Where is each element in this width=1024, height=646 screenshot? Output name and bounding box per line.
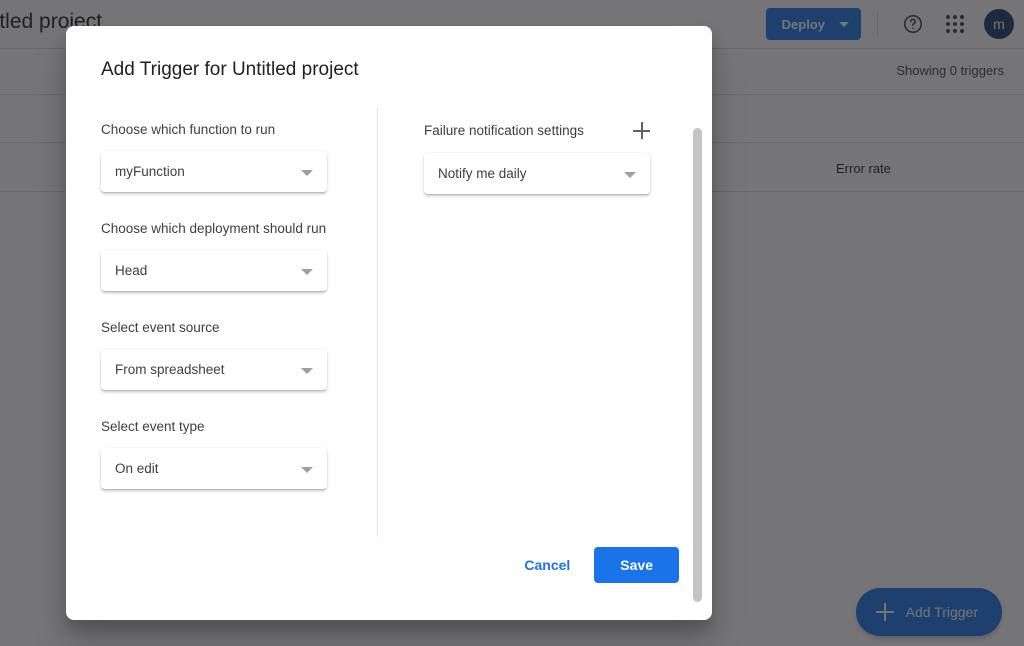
function-select-value: myFunction (115, 164, 185, 179)
failure-notification-header: Failure notification settings (424, 122, 650, 139)
event-source-select[interactable]: From spreadsheet (101, 349, 327, 391)
event-type-select-value: On edit (115, 461, 159, 476)
chevron-down-icon (301, 269, 313, 275)
cancel-button[interactable]: Cancel (510, 548, 584, 582)
field-function: Choose which function to run myFunction (101, 122, 361, 193)
field-failure-notification: Failure notification settings Notify me … (424, 122, 664, 195)
function-select[interactable]: myFunction (101, 151, 327, 193)
chevron-down-icon (301, 170, 313, 176)
field-event-source: Select event source From spreadsheet (101, 320, 361, 391)
failure-notification-select[interactable]: Notify me daily (424, 153, 650, 195)
field-event-type-label: Select event type (101, 419, 205, 434)
field-function-label: Choose which function to run (101, 122, 276, 137)
event-type-select[interactable]: On edit (101, 448, 327, 490)
dialog-right-column: Failure notification settings Notify me … (424, 122, 664, 223)
event-source-select-value: From spreadsheet (115, 362, 225, 377)
field-event-type: Select event type On edit (101, 419, 361, 490)
field-deployment-label: Choose which deployment should run (101, 221, 327, 236)
plus-icon[interactable] (633, 122, 650, 139)
add-trigger-dialog: Add Trigger for Untitled project Choose … (66, 26, 712, 620)
field-failure-notification-label: Failure notification settings (424, 123, 584, 138)
failure-notification-select-value: Notify me daily (438, 166, 527, 181)
dialog-title: Add Trigger for Untitled project (101, 59, 359, 80)
dialog-actions: Cancel Save (510, 547, 679, 583)
dialog-left-column: Choose which function to run myFunction … (101, 122, 361, 518)
field-deployment: Choose which deployment should run Head (101, 221, 361, 292)
chevron-down-icon (301, 467, 313, 473)
column-divider (377, 108, 378, 537)
app-root: Untitled project Deploy m (0, 0, 1024, 646)
chevron-down-icon (301, 368, 313, 374)
deployment-select[interactable]: Head (101, 250, 327, 292)
save-button[interactable]: Save (594, 547, 679, 583)
field-event-source-label: Select event source (101, 320, 220, 335)
dialog-scrollbar-track[interactable] (693, 112, 702, 610)
dialog-scrollbar-thumb[interactable] (693, 128, 702, 602)
deployment-select-value: Head (115, 263, 148, 278)
chevron-down-icon (624, 172, 636, 178)
